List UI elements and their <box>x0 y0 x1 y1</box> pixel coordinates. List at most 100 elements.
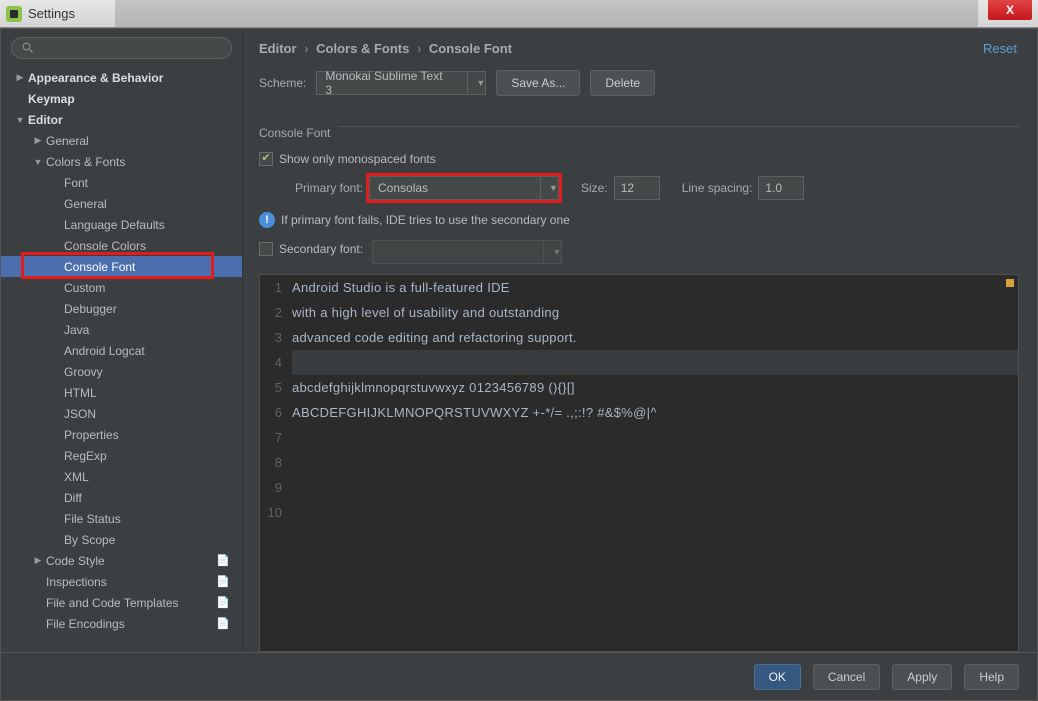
tree-item-label: File Encodings <box>46 617 125 631</box>
expand-arrow-icon: ▼ <box>15 115 25 125</box>
line-spacing-input[interactable] <box>758 176 804 200</box>
tree-item[interactable]: ▶Code Style📄 <box>1 550 242 571</box>
secondary-font-label: Secondary font: <box>279 242 363 256</box>
expand-arrow-icon: ▶ <box>33 555 43 566</box>
tree-item-label: Android Logcat <box>64 344 145 358</box>
primary-font-value: Consolas <box>370 181 436 195</box>
expand-arrow-icon: ▶ <box>33 135 43 146</box>
tree-item[interactable]: Language Defaults <box>1 214 242 235</box>
breadcrumb-item[interactable]: Editor <box>259 41 297 56</box>
tree-item[interactable]: Keymap <box>1 88 242 109</box>
tree-item[interactable]: XML <box>1 466 242 487</box>
search-icon <box>22 42 34 54</box>
tree-item[interactable]: RegExp <box>1 445 242 466</box>
search-input[interactable] <box>11 37 232 59</box>
tree-item-label: Keymap <box>28 92 75 106</box>
tree-item[interactable]: Android Logcat <box>1 340 242 361</box>
save-as-button[interactable]: Save As... <box>496 70 580 96</box>
tree-item[interactable]: Properties <box>1 424 242 445</box>
tree-item-label: General <box>64 197 107 211</box>
tree-item[interactable]: HTML <box>1 382 242 403</box>
tree-item-label: Font <box>64 176 88 190</box>
chevron-down-icon: ▼ <box>543 241 561 263</box>
expand-arrow-icon: ▶ <box>15 72 25 83</box>
tree-item[interactable]: File Status <box>1 508 242 529</box>
copy-icon: 📄 <box>216 575 230 588</box>
tree-item[interactable]: File and Code Templates📄 <box>1 592 242 613</box>
reset-link[interactable]: Reset <box>983 41 1017 56</box>
tree-item[interactable]: Console Font <box>1 256 242 277</box>
tree-item[interactable]: Groovy <box>1 361 242 382</box>
breadcrumb-item[interactable]: Colors & Fonts <box>316 41 409 56</box>
breadcrumb-item: Console Font <box>429 41 512 56</box>
tree-item[interactable]: General <box>1 193 242 214</box>
tree-item-label: HTML <box>64 386 97 400</box>
tree-item-label: Diff <box>64 491 82 505</box>
secondary-font-checkbox[interactable]: ✔ Secondary font: <box>259 242 363 256</box>
tree-item[interactable]: Java <box>1 319 242 340</box>
info-icon: ! <box>259 212 275 228</box>
expand-arrow-icon: ▼ <box>33 157 43 167</box>
close-button[interactable]: X <box>988 0 1032 20</box>
apply-button[interactable]: Apply <box>892 664 952 690</box>
size-input[interactable] <box>614 176 660 200</box>
scheme-value: Monokai Sublime Text 3 <box>317 69 451 97</box>
font-preview-editor[interactable]: 12345678910 Android Studio is a full-fea… <box>259 274 1019 653</box>
tree-item-label: File and Code Templates <box>46 596 179 610</box>
tree-item-label: Colors & Fonts <box>46 155 125 169</box>
tree-item-label: Groovy <box>64 365 103 379</box>
tree-item[interactable]: By Scope <box>1 529 242 550</box>
size-label: Size: <box>581 181 608 195</box>
tree-item[interactable]: Debugger <box>1 298 242 319</box>
show-monospaced-checkbox[interactable]: ✔ Show only monospaced fonts <box>259 152 436 166</box>
close-icon: X <box>1006 3 1014 17</box>
primary-font-label: Primary font: <box>295 181 363 195</box>
tree-item-label: Console Colors <box>64 239 146 253</box>
editor-marker-icon <box>1006 279 1014 287</box>
tree-item-label: Editor <box>28 113 63 127</box>
settings-sidebar: ▶Appearance & BehaviorKeymap▼Editor▶Gene… <box>1 29 243 652</box>
tree-item-label: Code Style <box>46 554 105 568</box>
tree-item-label: RegExp <box>64 449 107 463</box>
tree-item-label: Appearance & Behavior <box>28 71 163 85</box>
tree-item[interactable]: ▶General <box>1 130 242 151</box>
scheme-label: Scheme: <box>259 76 306 90</box>
tree-item-label: JSON <box>64 407 96 421</box>
info-text: If primary font fails, IDE tries to use … <box>281 213 570 227</box>
tree-item[interactable]: Diff <box>1 487 242 508</box>
tree-item-label: Properties <box>64 428 119 442</box>
secondary-font-dropdown: ▼ <box>372 240 562 264</box>
tree-item[interactable]: ▼Colors & Fonts <box>1 151 242 172</box>
primary-font-dropdown[interactable]: Consolas ▼ <box>369 176 559 200</box>
tree-item[interactable]: ▶Appearance & Behavior <box>1 67 242 88</box>
tree-item[interactable]: Inspections📄 <box>1 571 242 592</box>
chevron-down-icon: ▼ <box>467 72 485 94</box>
tree-item-label: Language Defaults <box>64 218 165 232</box>
cancel-button[interactable]: Cancel <box>813 664 880 690</box>
tree-item-label: Custom <box>64 281 105 295</box>
settings-tree[interactable]: ▶Appearance & BehaviorKeymap▼Editor▶Gene… <box>1 67 242 652</box>
tree-item[interactable]: Custom <box>1 277 242 298</box>
delete-button[interactable]: Delete <box>590 70 655 96</box>
tree-item[interactable]: File Encodings 📄 <box>1 613 242 634</box>
tree-item-label: XML <box>64 470 89 484</box>
chevron-down-icon: ▼ <box>540 177 558 199</box>
tree-item-label: General <box>46 134 89 148</box>
tree-item[interactable]: Console Colors <box>1 235 242 256</box>
breadcrumb: Editor › Colors & Fonts › Console Font <box>259 41 1019 56</box>
tree-item-label: Console Font <box>64 260 135 274</box>
copy-icon: 📄 <box>216 617 230 630</box>
scheme-dropdown[interactable]: Monokai Sublime Text 3 ▼ <box>316 71 486 95</box>
dialog-button-bar: OK Cancel Apply Help <box>1 652 1037 700</box>
app-logo-icon <box>6 6 22 22</box>
tree-item[interactable]: Font <box>1 172 242 193</box>
tree-item[interactable]: ▼Editor <box>1 109 242 130</box>
checkbox-icon: ✔ <box>259 242 273 256</box>
help-button[interactable]: Help <box>964 664 1019 690</box>
titlebar-spacer <box>115 0 978 27</box>
show-monospaced-label: Show only monospaced fonts <box>279 152 436 166</box>
ok-button[interactable]: OK <box>754 664 801 690</box>
line-spacing-label: Line spacing: <box>682 181 753 195</box>
tree-item[interactable]: JSON <box>1 403 242 424</box>
fieldset-title: Console Font <box>259 126 330 140</box>
